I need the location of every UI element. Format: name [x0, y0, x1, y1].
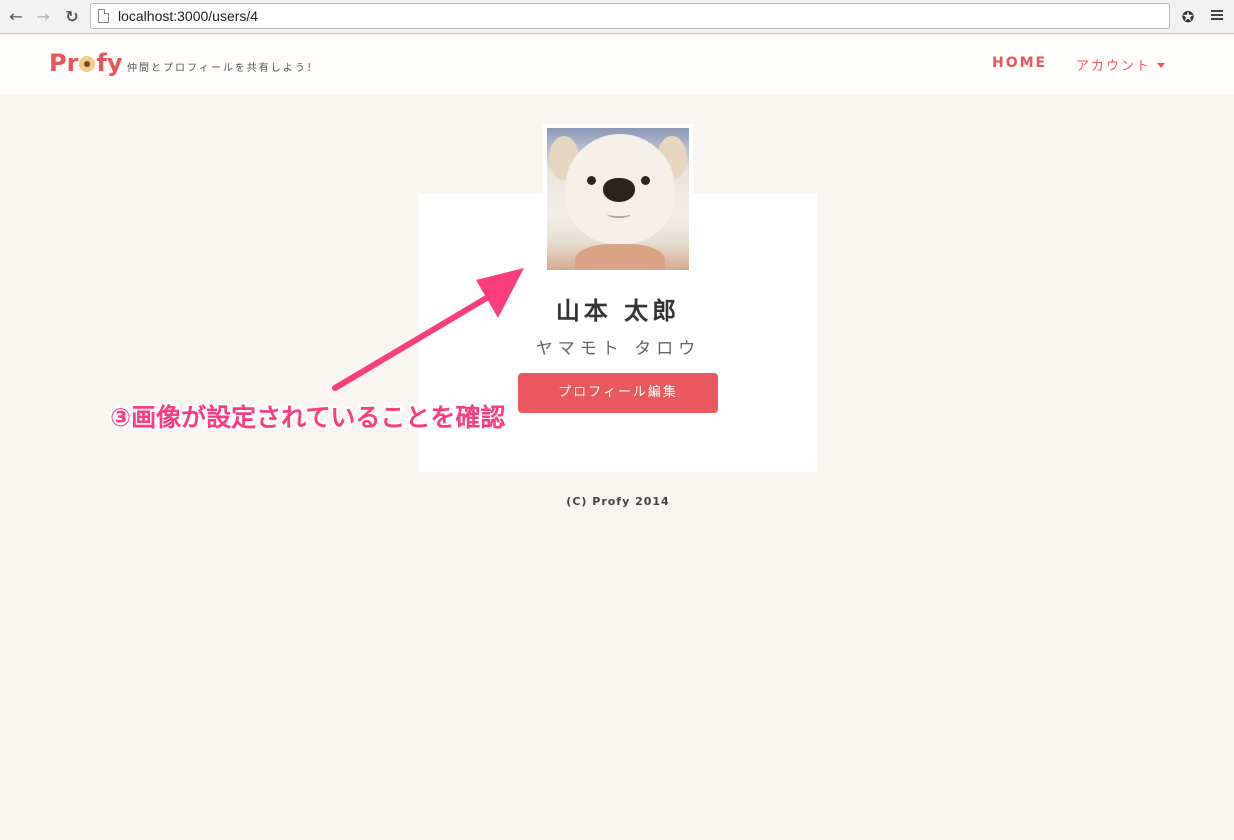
profile-name-kana: ヤマモト タロウ	[535, 339, 701, 359]
caret-down-icon	[1157, 63, 1166, 68]
reload-icon[interactable]: ↻	[62, 7, 82, 27]
browser-toolbar: ← → ↻ localhost:3000/users/4 ✪	[0, 0, 1234, 34]
logo-text-start: Pr	[49, 49, 79, 77]
tagline: 仲間とプロフィールを共有しよう！	[127, 63, 319, 74]
logo-o-icon	[79, 56, 96, 72]
nav-home-link[interactable]: HOME	[992, 55, 1047, 71]
back-arrow-icon[interactable]: ←	[6, 7, 26, 27]
forward-arrow-icon[interactable]: →	[33, 7, 53, 27]
logo-text-end: fy	[96, 49, 123, 77]
extension-icon[interactable]: ✪	[1178, 7, 1198, 27]
profy-logo[interactable]: Pr fy	[49, 49, 123, 77]
hamburger-menu-icon[interactable]	[1208, 8, 1226, 26]
page-icon	[98, 9, 109, 23]
profile-name: 山本 太郎	[555, 297, 681, 325]
nav-account-dropdown[interactable]: アカウント	[1076, 55, 1166, 74]
footer-copyright: (C) Profy 2014	[566, 495, 670, 508]
address-bar[interactable]: localhost:3000/users/4	[90, 3, 1170, 29]
site-header: Pr fy 仲間とプロフィールを共有しよう！ HOME アカウント	[0, 35, 1234, 94]
annotation-text: ③画像が設定されていることを確認	[110, 403, 506, 432]
avatar-frame	[543, 124, 693, 274]
url-text[interactable]: localhost:3000/users/4	[118, 8, 258, 24]
avatar-puppy-image	[547, 128, 689, 270]
edit-profile-button[interactable]: プロフィール編集	[518, 373, 718, 413]
nav-account-label: アカウント	[1076, 59, 1152, 74]
